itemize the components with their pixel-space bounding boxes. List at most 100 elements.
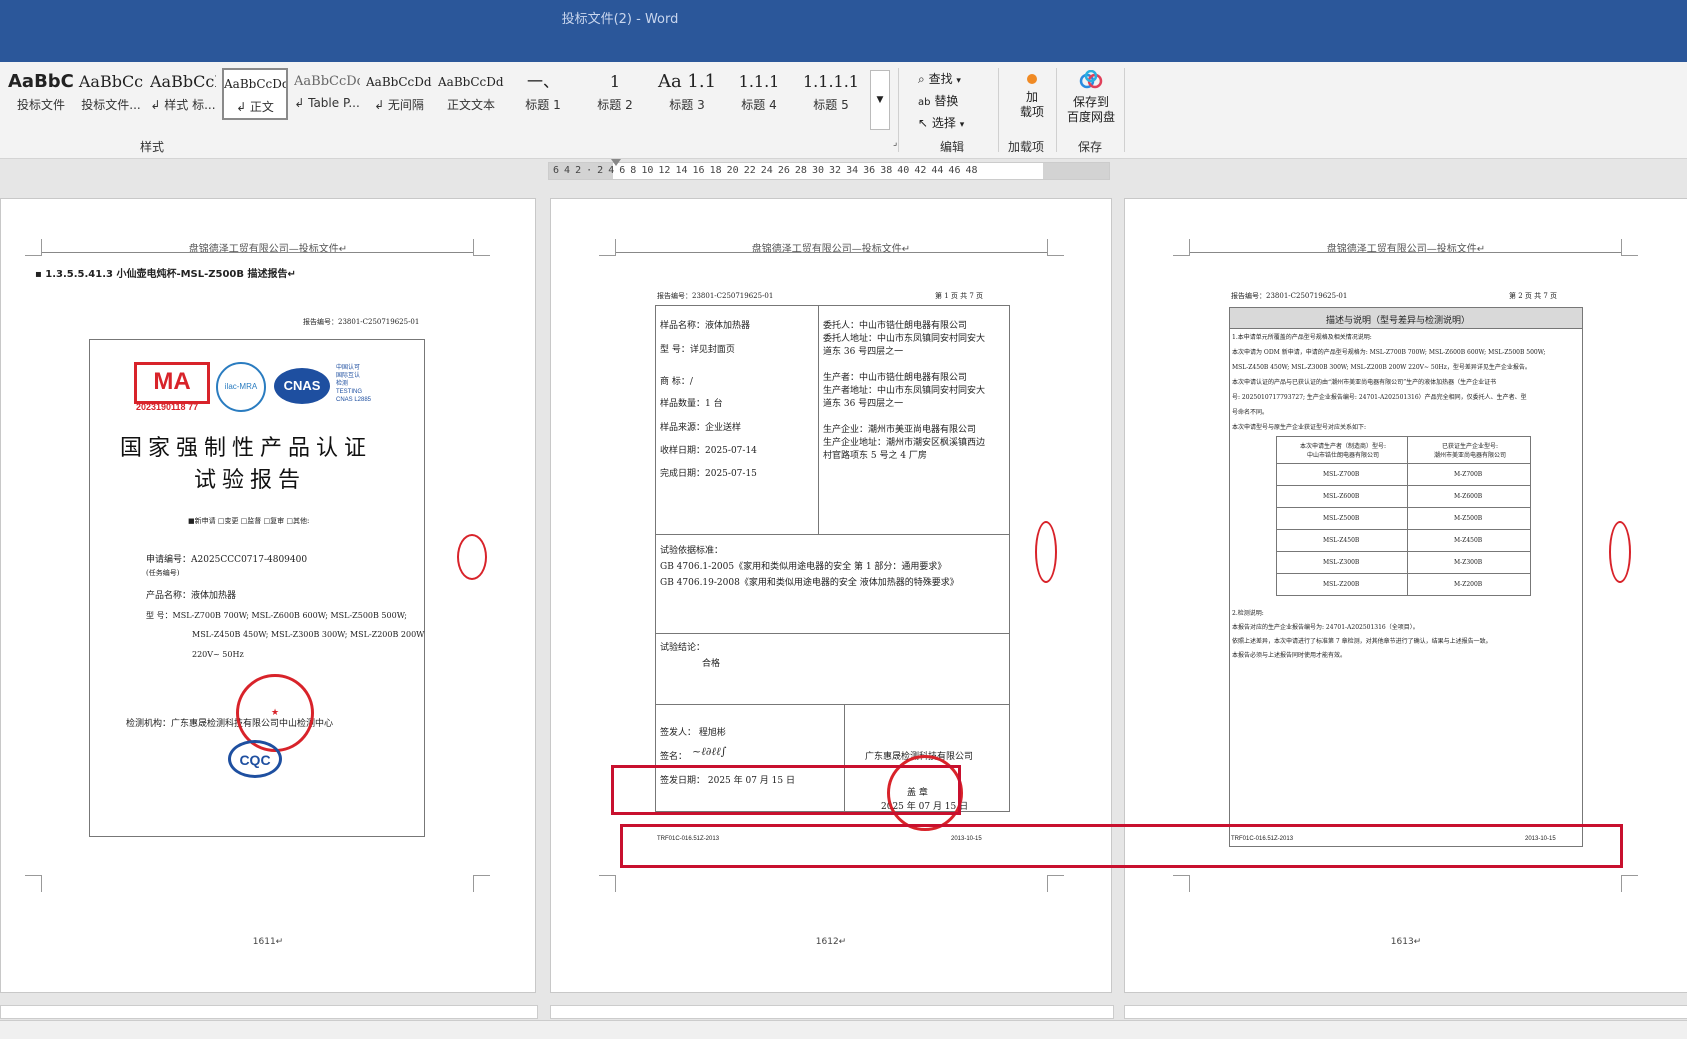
search-icon: ⌕ <box>918 72 925 86</box>
product-name: 产品名称：液体加热器 <box>146 591 237 601</box>
crop-mark <box>25 239 42 256</box>
style-heading-5[interactable]: 1.1.1.1 标题 5 <box>798 68 864 120</box>
description-title-cell: 描述与说明（型号差异与检测说明） <box>1229 307 1583 329</box>
header-rule <box>41 252 473 253</box>
crop-mark <box>473 875 490 892</box>
model-table-header: 已获证生产企业型号: 潮州市美亚尚电器有限公司 <box>1407 436 1531 464</box>
ruler-ticks: 6 4 2 · 2 4 6 8 10 12 14 16 18 20 22 24 … <box>553 165 978 176</box>
style-heading-2[interactable]: 1 标题 2 <box>582 68 648 120</box>
model-line-1: 型 号：MSL-Z700B 700W; MSL-Z600B 600W; MSL-… <box>146 611 407 620</box>
style-no-spacing[interactable]: AaBbCcDdI ↲ 无间隔 <box>366 68 432 120</box>
conclusion-cell: 试验结论： 合格 <box>655 633 1010 705</box>
page-of: 第 1 页 共 7 页 <box>935 292 984 300</box>
edit-group-label: 编辑 <box>940 140 965 154</box>
cloud-icon <box>1079 69 1103 89</box>
style-style-title[interactable]: AaBbCcI ↲ 样式 标... <box>150 68 216 120</box>
status-bar <box>0 1020 1687 1039</box>
page-number: 1612↵ <box>815 937 847 947</box>
page-1616-top <box>1124 1005 1687 1019</box>
save-baidu-button[interactable]: 保存到 百度网盘 <box>1062 69 1120 125</box>
table-row: MSL-Z500B <box>1276 507 1408 530</box>
page-1614-top <box>0 1005 538 1019</box>
report-number: 报告编号：23801-C250719625-01 <box>657 292 774 300</box>
cert-title: 国家强制性产品认证 <box>120 436 373 461</box>
replace-icon: ab <box>918 97 931 108</box>
ribbon: AaBbC(投标文件 AaBbCc投标文件... AaBbCcI↲ 样式 标..… <box>0 62 1687 159</box>
client-info-cell: 委托人：中山市锆仕朗电器有限公司 委托人地址：中山市东凤镇同安村同安大 道东 3… <box>818 305 1010 535</box>
page-1612[interactable]: 盘锦德泽工贸有限公司—投标文件↵ 报告编号：23801-C250719625-0… <box>550 198 1112 993</box>
addins-button[interactable]: 加 载项 <box>1012 74 1052 120</box>
style-normal[interactable]: AaBbCcDdI↲ 正文 <box>222 68 288 120</box>
standards-cell: 试验依据标准： GB 4706.1-2005《家用和类似用途电器的安全 第 1 … <box>655 534 1010 634</box>
section-heading: ▪ 1.3.5.5.41.3 小仙壶电炖杯-MSL-Z500B 描述报告↵ <box>35 269 296 280</box>
application-number: 申请编号：A2025CCC0717-4809400 <box>146 555 308 565</box>
table-row: M-Z600B <box>1407 485 1531 508</box>
task-number-label: (任务编号) <box>146 569 180 577</box>
table-row: MSL-Z200B <box>1276 573 1408 596</box>
find-button[interactable]: ⌕ 查找 ▾ <box>918 70 961 87</box>
page-1611[interactable]: 盘锦德泽工贸有限公司—投标文件↵ ▪ 1.3.5.5.41.3 小仙壶电炖杯-M… <box>0 198 536 993</box>
chevron-down-icon: ▼ <box>876 95 884 105</box>
dialog-launcher-icon[interactable]: ⌟ <box>893 138 897 148</box>
cursor-icon: ↖ <box>918 116 929 130</box>
table-row: M-Z700B <box>1407 463 1531 486</box>
chevron-down-icon: ▾ <box>959 120 965 130</box>
page-of: 第 2 页 共 7 页 <box>1509 292 1558 300</box>
edge-seal <box>1609 521 1631 583</box>
crop-mark <box>1047 239 1064 256</box>
styles-more-button[interactable]: ▼ <box>870 70 890 130</box>
sample-info-cell: 样品名称：液体加热器 型 号：详见封面页 商 标：/ 样品数量：1 台 样品来源… <box>655 305 819 535</box>
crop-mark <box>1173 875 1190 892</box>
page-1615-top <box>550 1005 1114 1019</box>
horizontal-ruler[interactable]: 6 4 2 · 2 4 6 8 10 12 14 16 18 20 22 24 … <box>548 159 1110 180</box>
table-row: M-Z500B <box>1407 507 1531 530</box>
styles-group-label: 样式 <box>140 140 165 154</box>
crop-mark <box>599 239 616 256</box>
style-tender-doc[interactable]: AaBbC(投标文件 <box>8 68 74 120</box>
description-body-cell: 1.本申请单元所覆盖的产品型号规格及相关情况说明: 本次申请为 ODM 新申请，… <box>1229 328 1583 847</box>
ilac-mra-logo: ilac-MRA <box>216 362 266 412</box>
crop-mark <box>25 875 42 892</box>
cma-number: 2023190118 77 <box>136 402 199 412</box>
cert-subtitle: 试验报告 <box>194 468 307 493</box>
save-group-label: 保存 <box>1078 140 1103 154</box>
divider <box>898 68 899 152</box>
highlight-sign-date <box>611 765 961 815</box>
application-type-checks: ■新申请 □变更 □监督 □复审 □其他: <box>188 517 310 525</box>
table-row: M-Z300B <box>1407 551 1531 574</box>
model-line-2: MSL-Z450B 450W; MSL-Z300B 300W; MSL-Z200… <box>192 630 425 639</box>
page-number: 1613↵ <box>1390 937 1422 947</box>
window-title: 投标文件(2) - Word <box>561 12 679 27</box>
table-row: M-Z450B <box>1407 529 1531 552</box>
crop-mark <box>473 239 490 256</box>
crop-mark <box>1047 875 1064 892</box>
cert-cover: MA 2023190118 77 ilac-MRA CNAS 中国认可 国际互认检… <box>89 339 425 837</box>
style-heading-3[interactable]: Aa 1.1 标题 3 <box>654 68 720 120</box>
crop-mark <box>1621 239 1638 256</box>
divider <box>1056 68 1057 152</box>
page-1613[interactable]: 盘锦德泽工贸有限公司—投标文件↵ 报告编号：23801-C250719625-0… <box>1124 198 1687 993</box>
table-row: M-Z200B <box>1407 573 1531 596</box>
style-heading-4[interactable]: 1.1.1 标题 4 <box>726 68 792 120</box>
divider <box>998 68 999 152</box>
select-button[interactable]: ↖ 选择 ▾ <box>918 114 964 131</box>
style-heading-1[interactable]: 一、 标题 1 <box>510 68 576 120</box>
indent-marker[interactable] <box>611 159 621 166</box>
crop-mark <box>1621 875 1638 892</box>
table-row: MSL-Z600B <box>1276 485 1408 508</box>
edge-seal <box>457 534 487 580</box>
addins-group-label: 加载项 <box>1008 140 1045 154</box>
cma-logo: MA <box>134 362 210 404</box>
report-number: 报告编号：23801-C250719625-01 <box>303 318 420 326</box>
cnas-logo: CNAS <box>274 368 330 404</box>
divider <box>1124 68 1125 152</box>
cqc-logo: CQC <box>228 740 282 778</box>
addin-icon <box>1027 74 1037 84</box>
model-table-header: 本次申请生产者（制造商）型号: 中山市锆仕朗电器有限公司 <box>1276 436 1408 464</box>
replace-button[interactable]: ab 替换 <box>918 92 958 109</box>
header-rule <box>615 252 1047 253</box>
handwritten-signature: ~ℓ∂ℓℓ∫ <box>692 745 727 758</box>
style-table-paragraph[interactable]: AaBbCcDd ↲ Table P... <box>294 68 360 120</box>
style-body-text[interactable]: AaBbCcDdI 正文文本 <box>438 68 504 120</box>
style-tender-doc-2[interactable]: AaBbCc 投标文件... <box>78 68 144 120</box>
